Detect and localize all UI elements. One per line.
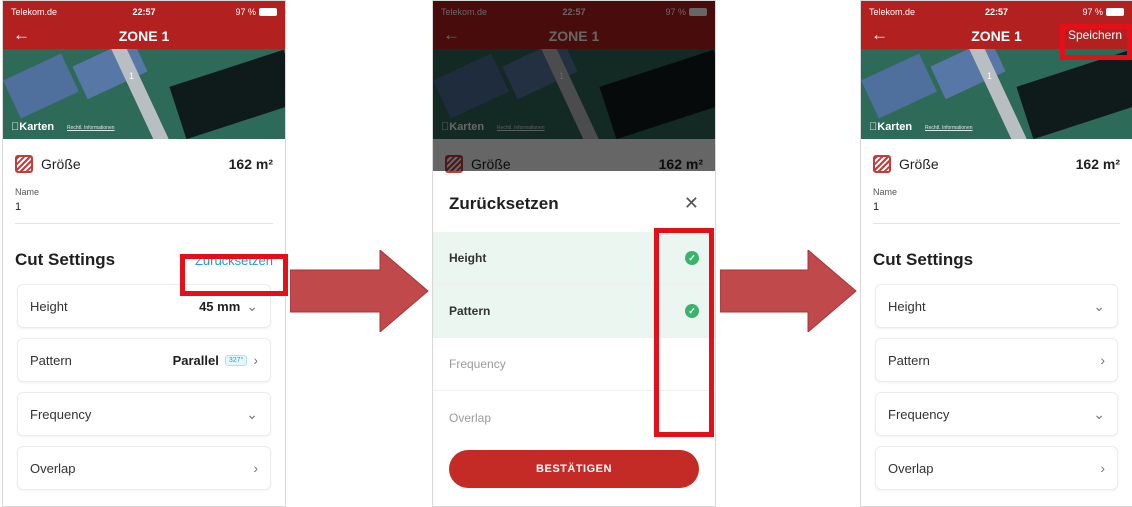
setting-frequency[interactable]: Frequency ⌄	[17, 392, 271, 436]
back-arrow-icon[interactable]: ←	[13, 25, 30, 45]
highlight-box	[180, 254, 288, 296]
map-roof	[861, 53, 937, 119]
map-zone-number: 1	[987, 71, 993, 81]
option-label: Pattern	[449, 304, 491, 318]
setting-label: Height	[30, 298, 68, 314]
battery-icon	[259, 8, 277, 16]
area-icon	[873, 155, 891, 173]
setting-frequency[interactable]: Frequency ⌄	[875, 392, 1118, 436]
highlight-box	[1060, 24, 1132, 60]
setting-value: 45 mm	[199, 298, 241, 314]
modal-backdrop[interactable]	[433, 1, 715, 171]
setting-label: Pattern	[30, 352, 72, 368]
flow-arrow-icon	[290, 250, 429, 332]
battery-indicator: 97 %	[235, 7, 277, 17]
zone-title: ZONE 1	[971, 28, 1022, 44]
carrier-label: Telekom.de	[869, 7, 916, 17]
status-bar: Telekom.de 22:57 97 %	[3, 1, 285, 23]
map-legal-link[interactable]: Rechtl. Informationen	[67, 125, 115, 131]
back-arrow-icon[interactable]: ←	[871, 25, 888, 45]
confirm-button[interactable]: BESTÄTIGEN	[449, 450, 699, 488]
chevron-right-icon: ›	[1100, 460, 1105, 476]
nav-bar: ← ZONE 1	[3, 23, 285, 49]
size-row: Größe 162 m²	[861, 139, 1132, 183]
map-roof	[3, 53, 79, 119]
name-field-value[interactable]: 1	[873, 201, 1120, 213]
name-field[interactable]: Name 1	[15, 187, 273, 224]
map-zone-area	[169, 49, 285, 139]
carrier-label: Telekom.de	[11, 7, 58, 17]
name-field-label: Name	[873, 187, 898, 197]
flow-arrow-icon	[720, 250, 857, 332]
chevron-down-icon: ⌄	[1093, 405, 1105, 422]
maps-logo: Karten	[11, 121, 54, 133]
area-icon	[15, 155, 33, 173]
highlight-box	[654, 228, 714, 437]
setting-overlap[interactable]: Overlap ›	[17, 446, 271, 490]
sheet-title: Zurücksetzen	[449, 193, 559, 213]
size-label: Größe	[899, 156, 939, 172]
angle-badge: 327°	[224, 354, 248, 366]
map-legal-link[interactable]: Rechtl. Informationen	[925, 125, 973, 131]
map-zone-area	[1016, 49, 1132, 139]
chevron-down-icon: ⌄	[246, 297, 258, 314]
chevron-down-icon: ⌄	[1093, 297, 1105, 314]
setting-label: Height	[888, 298, 926, 314]
name-field-label: Name	[15, 187, 40, 197]
setting-label: Pattern	[888, 352, 930, 368]
close-icon[interactable]: ✕	[684, 193, 699, 214]
battery-percent: 97 %	[1082, 7, 1103, 17]
setting-label: Overlap	[888, 460, 934, 476]
zone-map[interactable]: 1 Karten Rechtl. Informationen	[861, 49, 1132, 139]
map-zone-number: 1	[129, 71, 135, 81]
status-time: 22:57	[984, 7, 1009, 17]
battery-percent: 97 %	[235, 7, 256, 17]
cut-settings-header: Cut Settings	[861, 224, 1132, 284]
setting-label: Frequency	[30, 406, 92, 422]
battery-indicator: 97 %	[1082, 7, 1124, 17]
size-row: Größe 162 m²	[3, 139, 285, 183]
chevron-down-icon: ⌄	[246, 405, 258, 422]
setting-pattern[interactable]: Pattern Parallel 327° ›	[17, 338, 271, 382]
setting-height[interactable]: Height ⌄	[875, 284, 1118, 328]
size-label: Größe	[41, 156, 81, 172]
name-field-value[interactable]: 1	[15, 201, 273, 213]
chevron-right-icon: ›	[1100, 352, 1105, 368]
size-value: 162 m²	[1075, 156, 1120, 172]
setting-overlap[interactable]: Overlap ›	[875, 446, 1118, 490]
status-bar: Telekom.de 22:57 97 %	[861, 1, 1132, 23]
zone-title: ZONE 1	[118, 28, 170, 44]
setting-label: Frequency	[888, 406, 950, 422]
cut-settings-title: Cut Settings	[15, 250, 116, 269]
maps-logo: Karten	[869, 121, 912, 133]
chevron-right-icon: ›	[253, 460, 258, 476]
setting-value: Parallel	[172, 352, 219, 368]
status-time: 22:57	[132, 7, 156, 17]
phone-screen-3: Telekom.de 22:57 97 % ← ZONE 1 Speichern…	[860, 0, 1132, 507]
battery-icon	[1106, 8, 1124, 16]
option-label: Height	[449, 251, 487, 265]
zone-map[interactable]: 1 Karten Rechtl. Informationen	[3, 49, 285, 139]
size-value: 162 m²	[228, 156, 273, 172]
tutorial-stage: Telekom.de 22:57 97 % ← ZONE 1 1 Karten…	[0, 0, 1132, 507]
setting-pattern[interactable]: Pattern ›	[875, 338, 1118, 382]
chevron-right-icon: ›	[253, 352, 258, 368]
sheet-header: Zurücksetzen ✕	[433, 173, 715, 232]
name-field[interactable]: Name 1	[873, 187, 1120, 224]
cut-settings-title: Cut Settings	[873, 250, 974, 269]
setting-label: Overlap	[30, 460, 76, 476]
